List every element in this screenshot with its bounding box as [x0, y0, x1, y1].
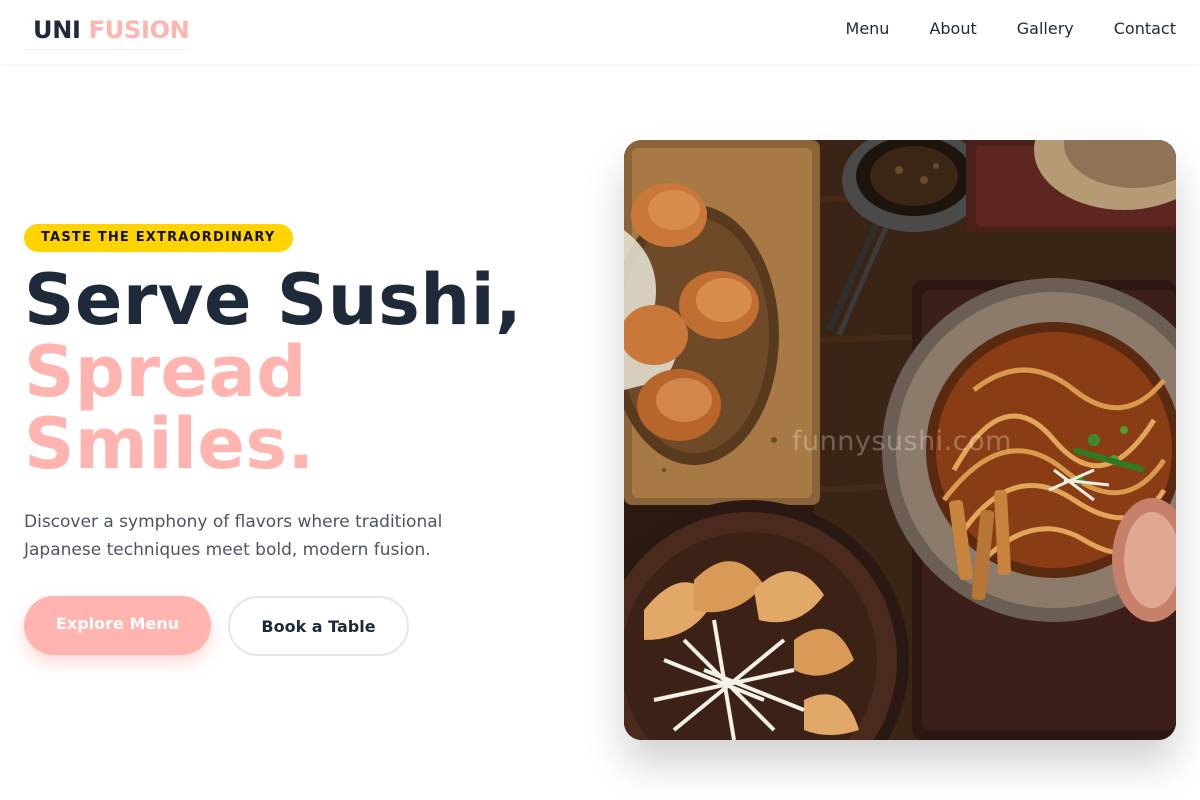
- logo-text-fusion: FUSION: [88, 16, 190, 44]
- headline-line-1: Serve Sushi,: [24, 259, 523, 341]
- hero-food-image: funnysushi.com: [624, 140, 1176, 740]
- nav-link-about[interactable]: About: [929, 19, 976, 38]
- nav-link-contact[interactable]: Contact: [1114, 19, 1176, 38]
- headline-line-2: Spread: [24, 331, 307, 413]
- headline-line-3: Smiles.: [24, 403, 315, 485]
- logo[interactable]: UNI FUSION: [24, 12, 190, 50]
- image-watermark: funnysushi.com: [792, 426, 1012, 457]
- logo-text-uni: UNI: [33, 16, 81, 44]
- site-header: UNI FUSION Menu About Gallery Contact: [0, 0, 1200, 64]
- nav-link-menu[interactable]: Menu: [846, 19, 890, 38]
- explore-menu-button[interactable]: Explore Menu: [24, 596, 211, 655]
- tagline-badge: TASTE THE EXTRAORDINARY: [24, 224, 293, 252]
- hero-headline: Serve Sushi, Spread Smiles.: [24, 264, 522, 480]
- book-table-button[interactable]: Book a Table: [228, 596, 409, 656]
- nav-link-gallery[interactable]: Gallery: [1017, 19, 1074, 38]
- main-nav: Menu About Gallery Contact: [846, 19, 1176, 38]
- hero-description: Discover a symphony of flavors where tra…: [24, 512, 443, 560]
